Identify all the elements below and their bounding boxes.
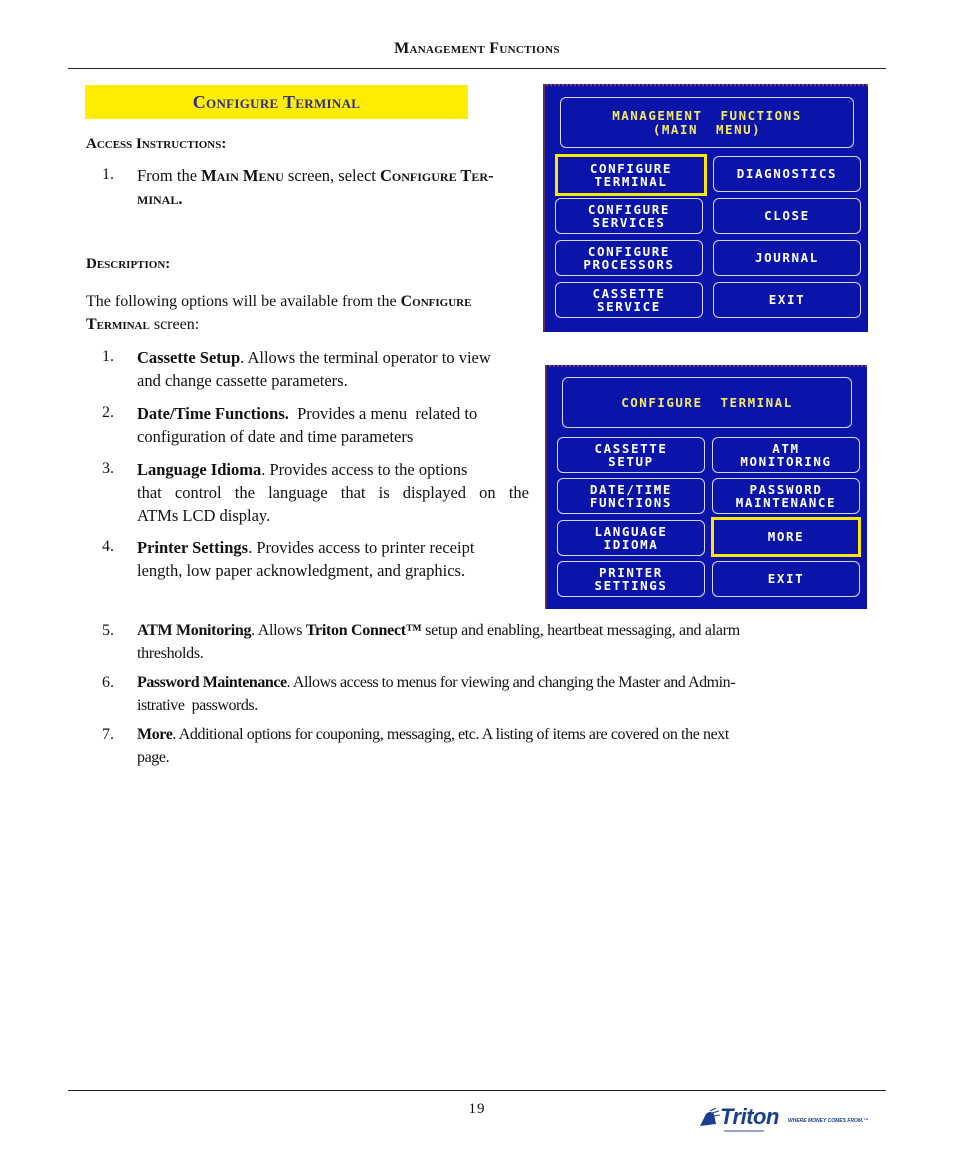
logo-wordmark: Triton xyxy=(720,1104,779,1129)
option-item-language: Language Idioma. Provides access to the … xyxy=(137,460,529,525)
atm-button-more[interactable]: MORE xyxy=(711,517,861,557)
atm-button-atm-monitoring[interactable]: ATM MONITORING xyxy=(712,437,860,473)
atm-button-cassette-setup[interactable]: CASSETTE SETUP xyxy=(557,437,705,473)
atm-button-exit[interactable]: EXIT xyxy=(712,561,860,597)
atm-button-journal[interactable]: JOURNAL xyxy=(713,240,861,276)
option-item-printer-settings: Printer Settings. Provides access to pri… xyxy=(137,538,475,580)
option-item-password-maintenance: Password Maintenance. Allows access to m… xyxy=(137,674,736,714)
description-intro: The following options will be available … xyxy=(86,293,472,333)
atm-button-configure-processors[interactable]: CONFIGURE PROCESSORS xyxy=(555,240,703,276)
option-number: 6. xyxy=(102,674,114,691)
option-number: 3. xyxy=(102,460,114,477)
atm-button-cassette-service[interactable]: CASSETTE SERVICE xyxy=(555,282,703,318)
atm-button-password-maintenance[interactable]: PASSWORD MAINTENANCE xyxy=(712,478,860,514)
option-number: 1. xyxy=(102,348,114,365)
atm-button-date-time-functions[interactable]: DATE/TIME FUNCTIONS xyxy=(557,478,705,514)
configure-terminal-ref: Configure Ter- xyxy=(380,166,494,185)
atm-button-configure-services[interactable]: CONFIGURE SERVICES xyxy=(555,198,703,234)
section-title: Configure Terminal xyxy=(192,91,361,112)
atm-button-close[interactable]: CLOSE xyxy=(713,198,861,234)
footer-rule xyxy=(68,1090,886,1091)
triton-shell-icon xyxy=(700,1108,720,1126)
triton-logo: Triton WHERE MONEY COMES FROM.™ xyxy=(698,1104,869,1136)
atm-button-diagnostics[interactable]: DIAGNOSTICS xyxy=(713,156,861,192)
screen-title-box: MANAGEMENT FUNCTIONS (MAIN MENU) xyxy=(560,97,854,148)
option-item-atm-monitoring: ATM Monitoring. Allows Triton Connect™ s… xyxy=(137,622,740,662)
atm-button-language-idioma[interactable]: LANGUAGE IDIOMA xyxy=(557,520,705,556)
option-number: 2. xyxy=(102,404,114,421)
option-number: 4. xyxy=(102,538,114,555)
option-item-more: More. Additional options for couponing, … xyxy=(137,726,729,766)
atm-button-configure-terminal[interactable]: CONFIGURE TERMINAL xyxy=(555,154,707,196)
access-step-number: 1. xyxy=(102,166,114,183)
access-step-text: From the Main Menu screen, select Config… xyxy=(137,166,494,208)
atm-button-printer-settings[interactable]: PRINTER SETTINGS xyxy=(557,561,705,597)
section-title-banner: Configure Terminal xyxy=(85,85,468,119)
atm-screen-configure-terminal: CONFIGURE TERMINAL CASSETTE SETUP DATE/T… xyxy=(545,365,867,609)
option-number: 7. xyxy=(102,726,114,743)
access-instructions-heading: Access Instructions: xyxy=(86,136,227,152)
logo-subline xyxy=(724,1130,764,1132)
description-heading: Description: xyxy=(86,256,171,272)
option-item-date-time: Date/Time Functions. Provides a menu rel… xyxy=(137,404,478,446)
atm-button-exit[interactable]: EXIT xyxy=(713,282,861,318)
logo-tagline: WHERE MONEY COMES FROM.™ xyxy=(788,1118,869,1124)
header-rule xyxy=(68,68,886,69)
option-item-cassette-setup: Cassette Setup. Allows the terminal oper… xyxy=(137,348,491,390)
atm-screen-main-menu: MANAGEMENT FUNCTIONS (MAIN MENU) CONFIGU… xyxy=(543,84,868,332)
main-menu-ref: Main Menu xyxy=(201,166,284,185)
screen-title-box: CONFIGURE TERMINAL xyxy=(562,377,852,428)
running-header-title: Management Functions xyxy=(394,40,560,57)
option-number: 5. xyxy=(102,622,114,639)
